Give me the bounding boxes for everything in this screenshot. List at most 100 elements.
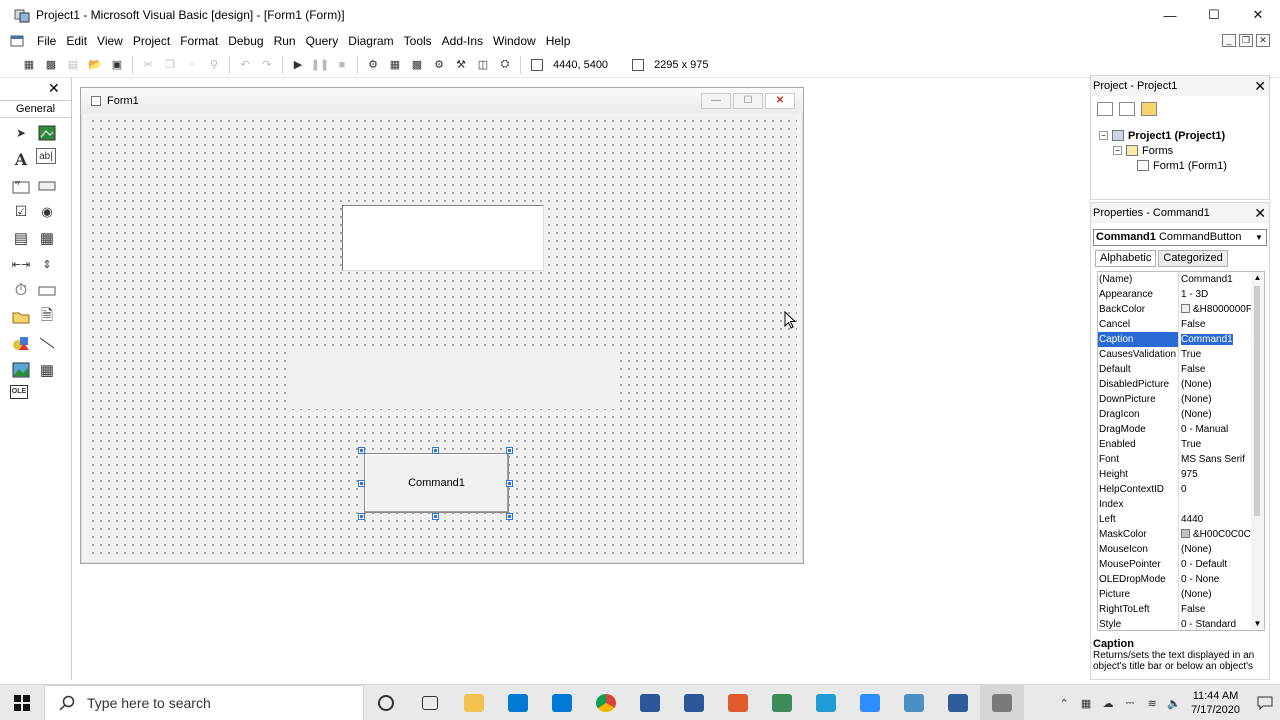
resize-handle-ne[interactable] <box>506 447 513 454</box>
property-value[interactable]: True <box>1178 437 1252 452</box>
clock[interactable]: 11:44 AM 7/17/2020 <box>1191 689 1240 717</box>
mdi-close-button[interactable]: ✕ <box>1256 34 1270 47</box>
property-value[interactable]: 1 - 3D <box>1178 287 1252 302</box>
menu-diagram[interactable]: Diagram <box>343 30 398 52</box>
vscrollbar-icon[interactable]: ⇕ <box>36 253 58 275</box>
resize-handle-e[interactable] <box>506 480 513 487</box>
form-title-bar[interactable]: Form1 — ☐ ✕ <box>81 88 803 114</box>
property-value[interactable]: (None) <box>1178 392 1252 407</box>
maximize-button[interactable]: ☐ <box>1192 0 1236 30</box>
property-value[interactable]: Command1 <box>1178 332 1252 347</box>
property-value[interactable]: True <box>1178 347 1252 362</box>
property-value[interactable]: False <box>1178 362 1252 377</box>
property-value[interactable]: 0 - Default <box>1178 557 1252 572</box>
property-row[interactable]: Picture (None) <box>1098 587 1264 602</box>
scroll-up-icon[interactable]: ▲ <box>1251 272 1264 284</box>
properties-panel-close-icon[interactable]: ✕ <box>1254 206 1266 220</box>
resize-handle-s[interactable] <box>432 513 439 520</box>
combobox-icon[interactable]: ▤ <box>10 227 32 249</box>
start-button[interactable] <box>0 685 44 720</box>
form-layout-icon[interactable]: ▩ <box>408 56 426 74</box>
label-icon[interactable]: A <box>10 148 32 170</box>
property-row[interactable]: DisabledPicture (None) <box>1098 377 1264 392</box>
checkbox-icon[interactable]: ☑ <box>10 201 32 223</box>
collapse-icon[interactable]: − <box>1099 131 1108 140</box>
notification-center-icon[interactable] <box>1250 685 1280 720</box>
wifi-icon[interactable]: ≋ <box>1141 685 1163 720</box>
cloud-icon[interactable]: ☁ <box>1097 685 1119 720</box>
menu-help[interactable]: Help <box>541 30 576 52</box>
resize-handle-nw[interactable] <box>358 447 365 454</box>
menu-edit[interactable]: Edit <box>61 30 92 52</box>
property-value[interactable]: 4440 <box>1178 512 1252 527</box>
taskbar-app-visual-basic[interactable] <box>936 685 980 720</box>
property-row[interactable]: Default False <box>1098 362 1264 377</box>
taskbar-app-word[interactable] <box>672 685 716 720</box>
property-row[interactable]: MousePointer 0 - Default <box>1098 557 1264 572</box>
volume-icon[interactable]: 🔈 <box>1163 685 1185 720</box>
view-object-icon[interactable] <box>1119 102 1135 116</box>
data-view-icon[interactable]: ◫ <box>474 56 492 74</box>
resize-handle-se[interactable] <box>506 513 513 520</box>
tab-categorized[interactable]: Categorized <box>1158 250 1228 267</box>
property-value[interactable]: (None) <box>1178 407 1252 422</box>
property-row[interactable]: BackColor &H8000000F <box>1098 302 1264 317</box>
tab-alphabetic[interactable]: Alphabetic <box>1095 250 1157 267</box>
taskbar-app-edge[interactable] <box>804 685 848 720</box>
property-row[interactable]: DragMode 0 - Manual <box>1098 422 1264 437</box>
power-icon[interactable]: ⎓ <box>1119 685 1141 720</box>
property-row[interactable]: MaskColor &H00C0C0C0 <box>1098 527 1264 542</box>
textbox-icon[interactable]: ab| <box>36 148 56 165</box>
property-row[interactable]: MouseIcon (None) <box>1098 542 1264 557</box>
menu-file[interactable]: File <box>32 30 61 52</box>
taskbar-app-store[interactable] <box>540 685 584 720</box>
tree-item-form1[interactable]: Form1 (Form1) <box>1099 158 1227 173</box>
data-icon[interactable]: ▦ <box>36 359 58 381</box>
taskbar-search-box[interactable]: Type here to search <box>44 684 364 720</box>
property-row[interactable]: Cancel False <box>1098 317 1264 332</box>
add-form-icon[interactable]: ▩ <box>42 56 60 74</box>
property-row[interactable]: RightToLeft False <box>1098 602 1264 617</box>
property-row[interactable]: Appearance 1 - 3D <box>1098 287 1264 302</box>
project-panel-close-icon[interactable]: ✕ <box>1254 79 1266 93</box>
property-value[interactable]: 0 - Standard <box>1178 617 1252 630</box>
resize-handle-w[interactable] <box>358 480 365 487</box>
property-value[interactable]: Command1 <box>1178 272 1252 287</box>
dirlistbox-icon[interactable] <box>10 306 32 328</box>
property-value[interactable]: &H8000000F <box>1178 302 1252 317</box>
property-grid-scrollbar[interactable]: ▲ ▼ <box>1251 272 1264 630</box>
mdi-minimize-button[interactable]: _ <box>1222 34 1236 47</box>
close-button[interactable]: ✕ <box>1236 0 1280 30</box>
copy-icon[interactable]: ❐ <box>161 56 179 74</box>
textbox-control[interactable] <box>342 205 544 271</box>
property-row[interactable]: Enabled True <box>1098 437 1264 452</box>
taskbar-app-chrome[interactable] <box>584 685 628 720</box>
property-row[interactable]: Height 975 <box>1098 467 1264 482</box>
command-button-control[interactable]: Command1 <box>364 453 509 513</box>
property-value[interactable]: 0 <box>1178 482 1252 497</box>
optionbutton-icon[interactable]: ◉ <box>36 201 58 223</box>
tree-item-forms[interactable]: − Forms <box>1099 143 1227 158</box>
property-value[interactable]: &H00C0C0C0 <box>1178 527 1252 542</box>
taskbar-app-mail[interactable] <box>496 685 540 720</box>
pointer-icon[interactable]: ➤ <box>10 122 32 144</box>
properties-window-icon[interactable]: ▦ <box>386 56 404 74</box>
resize-handle-sw[interactable] <box>358 513 365 520</box>
property-row[interactable]: HelpContextID 0 <box>1098 482 1264 497</box>
save-project-icon[interactable]: ▣ <box>108 56 126 74</box>
property-value[interactable]: False <box>1178 317 1252 332</box>
tree-item-project[interactable]: − Project1 (Project1) <box>1099 128 1227 143</box>
property-value[interactable]: (None) <box>1178 377 1252 392</box>
image-icon[interactable] <box>10 359 32 381</box>
taskbar-app-cortana[interactable] <box>364 685 408 720</box>
drivelistbox-icon[interactable] <box>36 280 58 302</box>
toolbox-tab-general[interactable]: General <box>0 100 71 118</box>
break-icon[interactable]: ❚❚ <box>311 56 329 74</box>
toolbox-close-icon[interactable]: ✕ <box>48 80 60 97</box>
cut-icon[interactable]: ✂ <box>139 56 157 74</box>
open-project-icon[interactable]: 📂 <box>86 56 104 74</box>
start-icon[interactable]: ▶ <box>289 56 307 74</box>
menu-project[interactable]: Project <box>128 30 175 52</box>
project-explorer-icon[interactable]: ⚙ <box>364 56 382 74</box>
property-row[interactable]: Font MS Sans Serif <box>1098 452 1264 467</box>
